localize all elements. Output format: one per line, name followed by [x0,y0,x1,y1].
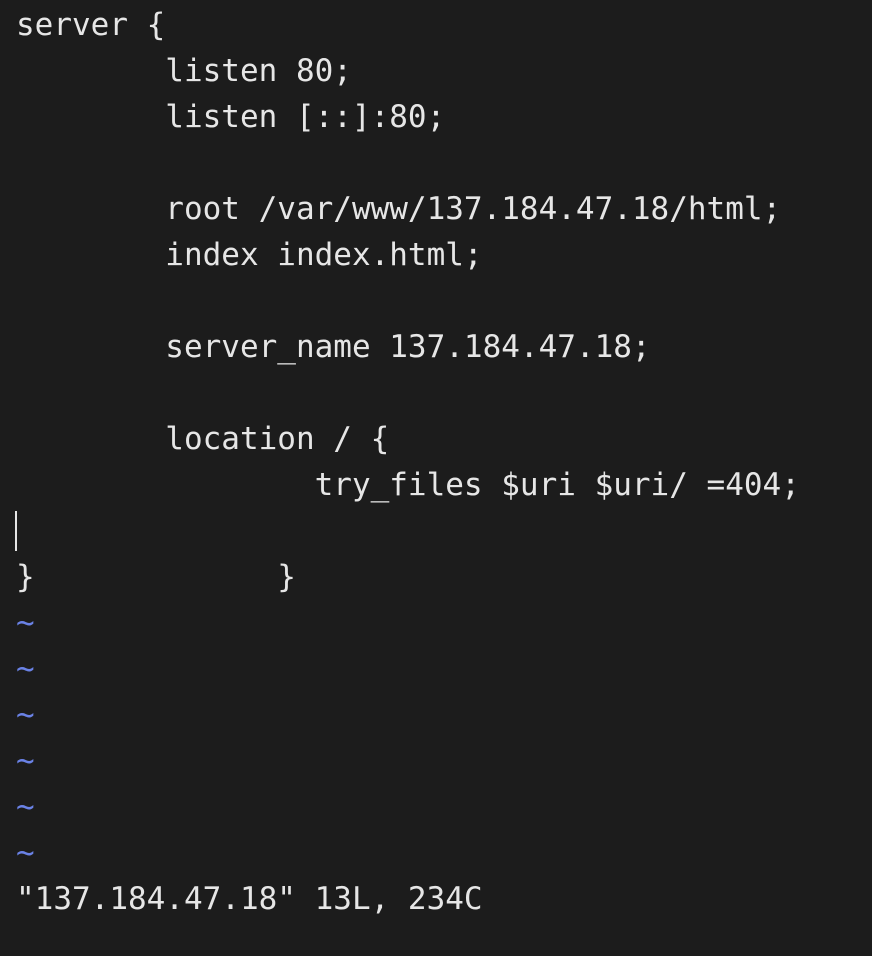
code-line-13[interactable]: } [16,554,872,600]
vim-editor-window[interactable]: server { listen 80; listen [::]:80; root… [0,0,872,956]
code-line-9[interactable] [16,370,872,416]
empty-line-marker: ~ [16,697,35,733]
code-line-4[interactable] [16,140,872,186]
code-line-1[interactable]: server { [16,2,872,48]
code-line-3[interactable]: listen [::]:80; [16,94,872,140]
code-line-8[interactable]: server_name 137.184.47.18; [16,324,872,370]
empty-line-marker: ~ [16,605,35,641]
empty-line-marker: ~ [16,835,35,871]
empty-line-marker: ~ [16,651,35,687]
code-line-6[interactable]: index index.html; [16,232,872,278]
status-message: "137.184.47.18" 13L, 234C [16,881,483,917]
code-line-5[interactable]: root /var/www/137.184.47.18/html; [16,186,872,232]
code-line-10[interactable]: location / { [16,416,872,462]
code-line-7[interactable] [16,278,872,324]
code-line-12[interactable]: } [15,508,872,595]
code-line-11[interactable]: try_files $uri $uri/ =404; [16,462,872,508]
text-buffer[interactable]: server { listen 80; listen [::]:80; root… [15,2,872,876]
empty-line-marker: ~ [16,743,35,779]
code-line-2[interactable]: listen 80; [16,48,872,94]
empty-line-marker: ~ [16,789,35,825]
text-cursor [15,511,17,551]
